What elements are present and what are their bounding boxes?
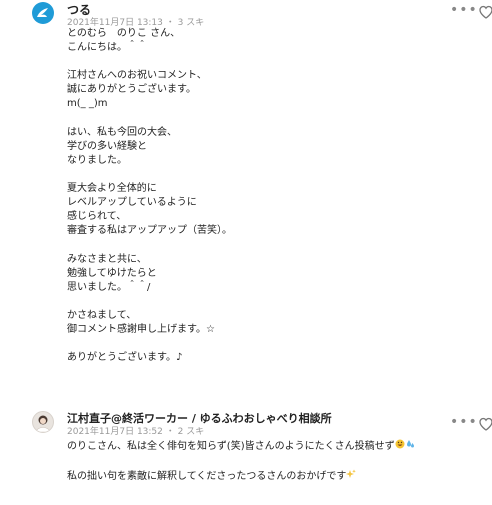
comment-body-line: のりこさん、私は全く俳句を知らず(笑)皆さんのようにたくさん投稿せず [67,441,395,452]
sweat-drops-emoji-icon [406,439,415,455]
heart-icon[interactable] [478,416,492,432]
avatar[interactable] [32,2,54,24]
comment-body-line: 私の拙い句を素敵に解釈してくださったつるさんのおかげです [67,471,347,483]
comment-body: のりこさん、私は全く俳句を知らず(笑)皆さんのようにたくさん投稿せず 私の拙い句… [67,439,415,485]
more-dots-icon[interactable]: ••• [450,2,478,18]
more-dots-icon[interactable]: ••• [450,414,478,430]
avatar[interactable] [32,411,54,433]
grin-emoji-icon [395,439,406,455]
heart-icon[interactable] [478,4,492,20]
sparkles-emoji-icon [346,469,357,485]
comment-meta: 2021年11月7日 13:52 ・ 2 スキ [67,424,204,437]
comment-date: 2021年11月7日 13:52 [67,427,163,437]
avatar-portrait-icon [35,415,51,432]
comment-body: とのむら のりこ さん、 こんにちは。＾＾ 江村さんへのお祝いコメント、 誠にあ… [67,28,232,364]
like-count[interactable]: 2 スキ [178,427,205,437]
avatar-bird-icon [37,8,48,17]
meta-separator: ・ [165,427,175,437]
